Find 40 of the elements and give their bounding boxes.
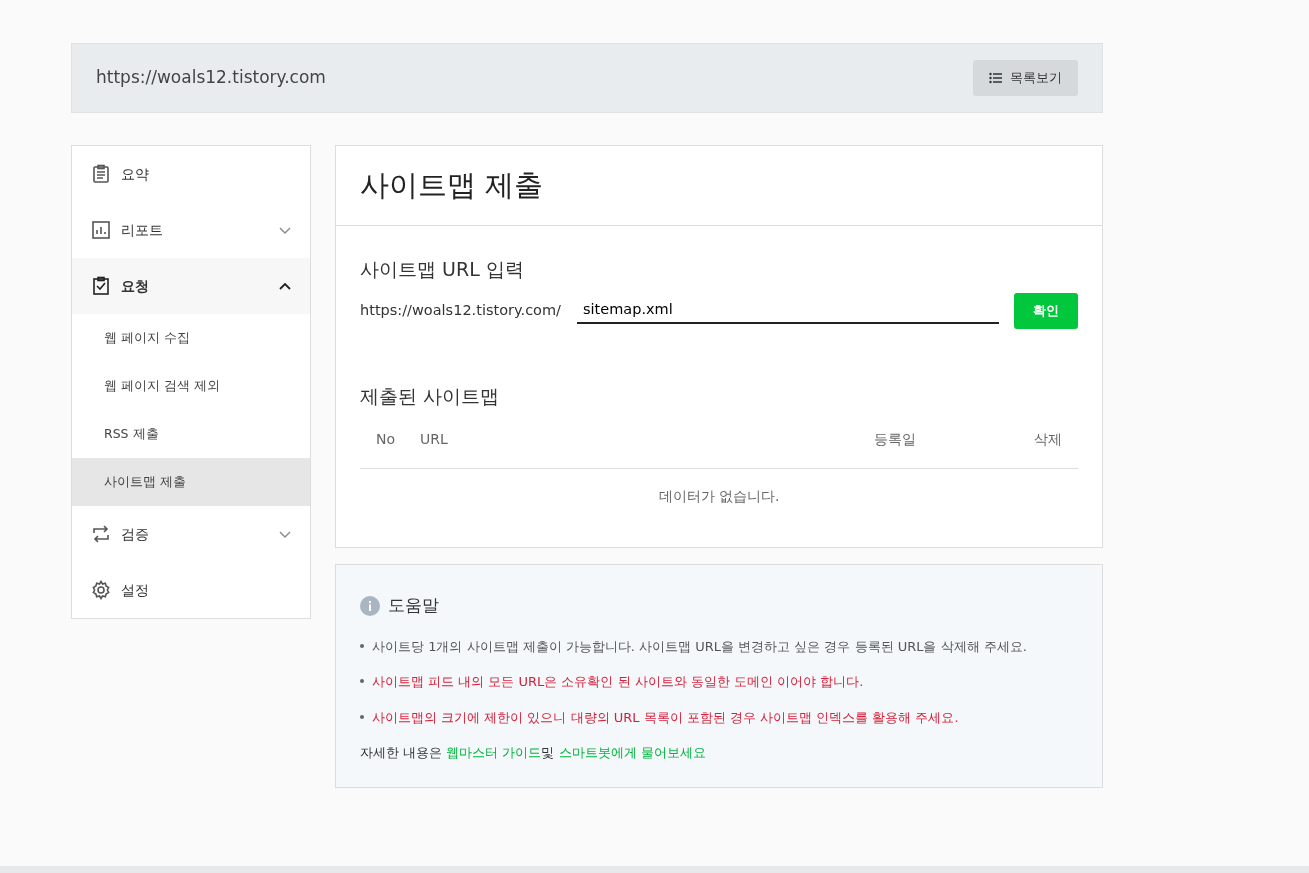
bullet-icon	[360, 643, 364, 648]
sidebar-subitem[interactable]: 웹 페이지 수집	[72, 314, 310, 362]
sidebar-subitem[interactable]: RSS 제출	[72, 410, 310, 458]
summary-clipboard-icon	[91, 164, 111, 184]
chevron-up-icon	[279, 281, 291, 291]
help-footer-text: 자세한 내용은	[360, 745, 444, 761]
help-text: 사이트맵의 크기에 제한이 있으니 대량의 URL 목록이 포함된 경우 사이트맵 인덱스를 활용해 주세요.	[372, 708, 959, 727]
sidebar-item[interactable]: 요청	[72, 258, 310, 314]
clipboard-check-icon	[91, 276, 111, 296]
swap-arrows-icon	[91, 524, 111, 544]
site-url: https://woals12.tistory.com	[96, 66, 326, 90]
bar-chart-icon	[91, 220, 111, 240]
url-prefix: https://woals12.tistory.com/	[360, 300, 561, 320]
sidebar-item[interactable]: 검증	[72, 506, 310, 562]
section-heading: 제출된 사이트맵	[360, 384, 501, 408]
list-icon	[989, 72, 1002, 84]
sidebar-subitem[interactable]: 웹 페이지 검색 제외	[72, 362, 310, 410]
info-icon	[360, 596, 380, 617]
empty-message: 데이터가 없습니다.	[658, 488, 780, 505]
sidebar-item[interactable]: 설정	[72, 562, 310, 618]
column-header: No	[376, 430, 397, 450]
gear-icon	[91, 580, 111, 600]
column-header: URL	[420, 430, 449, 450]
help-title: 도움말	[388, 594, 439, 618]
sidebar-item[interactable]: 요약	[72, 146, 310, 202]
chevron-down-icon	[279, 529, 291, 539]
help-text: 사이트당 1개의 사이트맵 제출이 가능합니다. 사이트맵 URL을 변경하고 싶은 경우 등록된 URL을 삭제해 주세요.	[372, 637, 1027, 656]
column-header: 삭제	[1034, 430, 1062, 450]
url-input-field[interactable]: sitemap.xml	[577, 296, 999, 325]
help-footer-text: 및	[541, 745, 556, 761]
bullet-icon	[360, 714, 364, 719]
help-text: 사이트맵 피드 내의 모든 URL은 소유확인 된 사이트와 동일한 도메인 이어야 합니다.	[372, 673, 864, 692]
chevron-down-icon	[279, 225, 291, 235]
page-title: 사이트맵 제출	[336, 146, 1102, 226]
sidebar-subitem[interactable]: 사이트맵 제출	[72, 458, 310, 506]
column-header: 등록일	[874, 430, 917, 450]
sidebar-item[interactable]: 리포트	[72, 202, 310, 258]
section-heading: 사이트맵 URL 입력	[360, 257, 525, 281]
bullet-icon	[360, 679, 364, 684]
list-view-button[interactable]: 목록보기	[973, 60, 1078, 96]
